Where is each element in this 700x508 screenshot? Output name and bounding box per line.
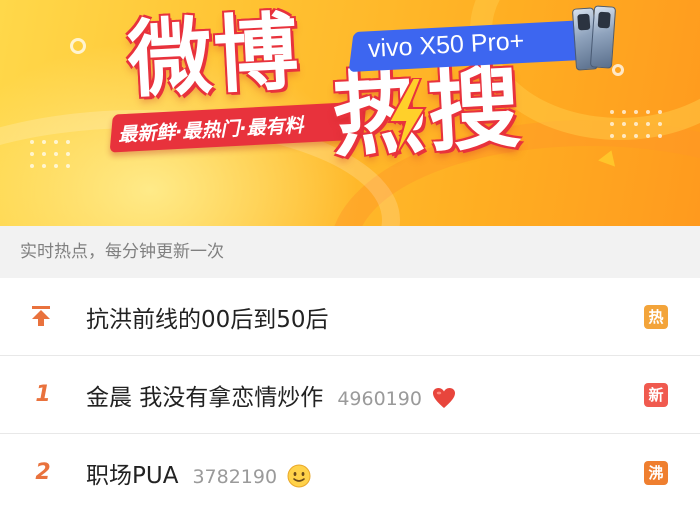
- search-count: 4960190: [337, 387, 422, 410]
- phone-image: [589, 5, 617, 69]
- topic-line[interactable]: 金晨 我没有拿恋情炒作 4960190: [86, 378, 456, 412]
- decor-ring: [612, 64, 624, 76]
- realtime-subheader: 实时热点，每分钟更新一次: [0, 226, 700, 278]
- pin-top-icon: [32, 306, 50, 326]
- hot-search-item[interactable]: 1 金晨 我没有拿恋情炒作 4960190 新: [0, 356, 700, 434]
- hot-search-item[interactable]: 抗洪前线的00后到50后 热: [0, 278, 700, 356]
- hot-search-item[interactable]: 2 职场PUA 3782190 沸: [0, 434, 700, 508]
- heart-icon: [432, 388, 455, 408]
- topic-title[interactable]: 抗洪前线的00后到50后: [86, 300, 329, 334]
- hot-badge: 热: [644, 304, 668, 329]
- topic-line[interactable]: 职场PUA 3782190: [86, 456, 311, 490]
- smile-emoji-icon: [287, 464, 311, 488]
- topic-title: 职场PUA: [86, 462, 179, 489]
- topic-title: 金晨 我没有拿恋情炒作: [86, 384, 324, 411]
- decor-ring: [70, 38, 86, 54]
- new-badge: 新: [644, 382, 668, 407]
- boiling-badge: 沸: [644, 460, 668, 485]
- rank-number: 2: [35, 460, 51, 485]
- rank-number: 1: [35, 382, 51, 407]
- search-count: 3782190: [192, 465, 278, 488]
- hot-search-banner: 微博 最新鲜·最热门·最有料 热搜 vivo X50 Pro+: [0, 0, 700, 226]
- banner-title-weibo: 微博: [125, 2, 303, 110]
- lightning-bolt-icon: [387, 78, 427, 158]
